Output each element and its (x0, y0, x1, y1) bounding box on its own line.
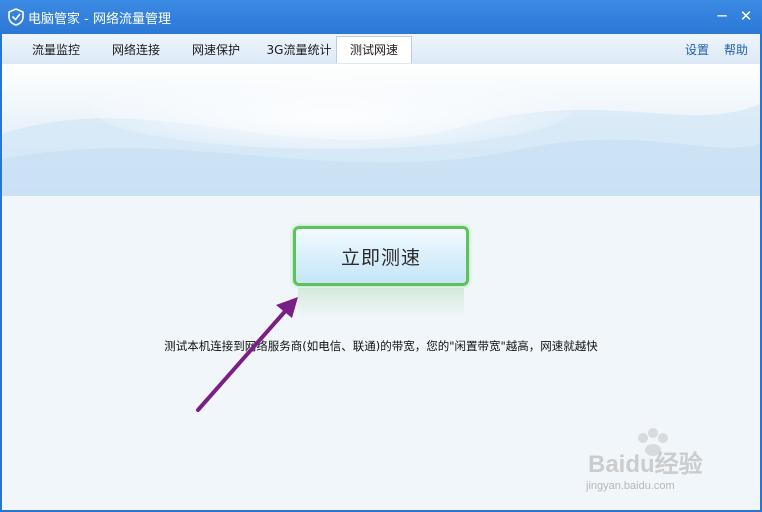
start-speed-test-button[interactable]: 立即测速 (293, 226, 469, 286)
tab-bar: 流量监控 网络连接 网速保护 3G流量统计 测试网速 设置 帮助 (2, 34, 760, 65)
settings-link[interactable]: 设置 (685, 37, 709, 64)
tab-3g-traffic[interactable]: 3G流量统计 (256, 37, 342, 64)
banner-decoration (2, 69, 760, 196)
title-bar: 电脑管家 - 网络流量管理 ─ ✕ (0, 0, 762, 34)
shield-icon (8, 8, 24, 26)
watermark-url: jingyan.baidu.com (586, 480, 675, 492)
speed-test-description: 测试本机连接到网络服务商(如电信、联通)的带宽，您的"闲置带宽"越高，网速就越快 (164, 339, 598, 353)
close-button[interactable]: ✕ (736, 6, 756, 26)
tab-traffic-monitor[interactable]: 流量监控 (16, 37, 96, 64)
help-link[interactable]: 帮助 (724, 37, 748, 64)
window-title: 电脑管家 - 网络流量管理 (28, 12, 171, 27)
minimize-button[interactable]: ─ (712, 6, 732, 26)
button-reflection (298, 288, 464, 318)
app-window: 电脑管家 - 网络流量管理 ─ ✕ 流量监控 网络连接 网速保护 3G流量统计 … (0, 0, 762, 512)
tab-network-connections[interactable]: 网络连接 (96, 37, 176, 64)
watermark-brand: Baidu经验 (588, 451, 703, 478)
header-banner (2, 64, 760, 196)
tab-speed-protection[interactable]: 网速保护 (176, 37, 256, 64)
tab-speed-test[interactable]: 测试网速 (336, 36, 412, 63)
